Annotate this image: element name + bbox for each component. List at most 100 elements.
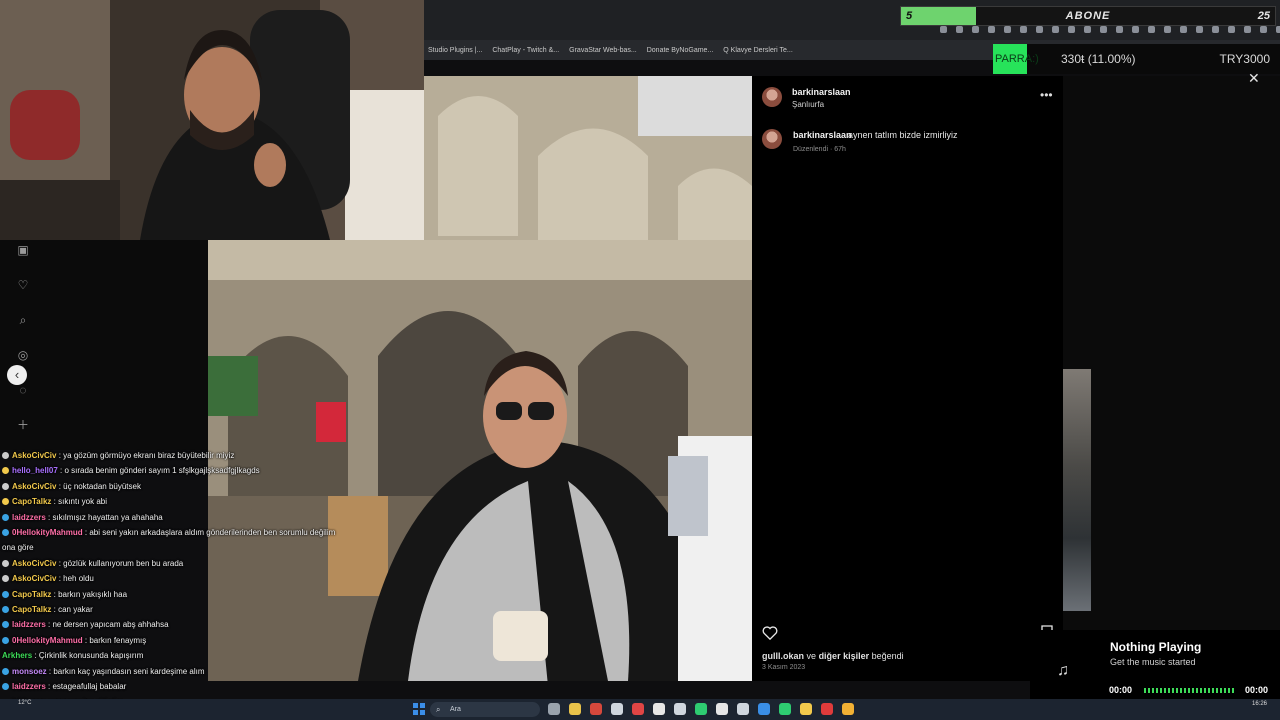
previous-post-button[interactable]: ‹ [7,365,27,385]
bookmark-item[interactable]: GravaStar Web-bas... [569,47,637,54]
donation-ticker-value: 330ŧ (11.00%) [1061,52,1136,66]
folder-icon[interactable] [800,703,812,715]
messages-icon[interactable]: ◌ [16,383,30,397]
chat-badge-icon [2,498,9,506]
extension-icon[interactable] [1036,26,1043,33]
notifications-icon[interactable]: ♡ [16,278,30,292]
heart-icon[interactable] [762,625,778,640]
likes-user[interactable]: gulll.okan [762,651,804,661]
extension-icon[interactable] [972,26,979,33]
extension-icon[interactable] [1068,26,1075,33]
chat-username[interactable]: Arkhers [2,651,32,660]
extension-icon[interactable] [1276,26,1280,33]
settings-icon[interactable] [737,703,749,715]
extension-icon[interactable] [1004,26,1011,33]
app-icon[interactable] [716,703,728,715]
next-post-preview[interactable] [1063,369,1091,611]
caption-author-avatar[interactable] [762,129,782,149]
taskbar-search[interactable]: ⌕ Ara [430,702,540,717]
bookmark-item[interactable]: Studio Plugins |... [428,47,482,54]
chat-username[interactable]: hello_hell07 [12,466,58,475]
chat-username[interactable]: laidzzers [12,513,46,522]
explore-icon[interactable]: ◎ [16,348,30,362]
bookmark-item[interactable]: Donate ByNoGame... [647,47,714,54]
chat-badge-icon [2,621,9,629]
post-location[interactable]: Şanlıurfa [792,100,824,109]
app-icon[interactable] [653,703,665,715]
chat-username[interactable]: AskoCivCiv [12,574,56,583]
extension-icon[interactable] [1100,26,1107,33]
extension-icon[interactable] [1148,26,1155,33]
chat-username[interactable]: CapoTalkz [12,605,51,614]
chat-badge-icon [2,452,9,459]
extension-icon[interactable] [1180,26,1187,33]
post-author-username[interactable]: barkinarslaan [792,87,851,97]
chat-username[interactable]: CapoTalkz [12,590,51,599]
app-icon[interactable] [590,703,602,715]
chat-text: barkın kaç yaşındasın seni kardeşime alı… [53,666,205,676]
chat-username[interactable]: monsoez [12,667,47,676]
bookmark-item[interactable]: Q Klavye Dersleri Te... [723,47,793,54]
chat-badge-icon [2,467,9,475]
left-nav-rail: ▣ ♡ ⌕ ◎ ◌ ＋ [0,240,208,450]
chat-username[interactable]: laidzzers [12,682,46,691]
chat-message: 0HellokityMahmud : abi seni yakın arkada… [0,525,360,540]
close-icon[interactable]: ✕ [1248,70,1260,87]
mail-icon[interactable] [758,703,770,715]
app-icon[interactable] [674,703,686,715]
chat-badge-icon [2,636,9,644]
chat-message: laidzzers : sıkılmışız hayattan ya ahaha… [0,510,360,525]
chat-message: 0HellokityMahmud : barkın fenaymış [0,633,360,648]
chat-username[interactable]: AskoCivCiv [12,559,56,568]
chat-message: hello_hell07 : o sırada benim gönderi sa… [0,463,360,478]
extension-icon[interactable] [1084,26,1091,33]
chat-username[interactable]: AskoCivCiv [12,482,56,491]
chrome-icon[interactable] [842,703,854,715]
system-clock[interactable]: 16:26 [1252,701,1267,707]
app-icon[interactable] [611,703,623,715]
chat-username[interactable]: CapoTalkz [12,497,51,506]
extension-icon[interactable] [1196,26,1203,33]
opera-icon[interactable] [821,703,833,715]
post-side-panel: barkinarslaan Şanlıurfa ••• barkinarslaa… [752,76,1063,681]
extension-icon[interactable] [1228,26,1235,33]
whatsapp-icon[interactable] [779,703,791,715]
search-icon[interactable]: ⌕ [16,313,30,327]
bookmark-item[interactable]: ChatPlay - Twitch &... [492,47,559,54]
screen: Studio Plugins |... ChatPlay - Twitch &.… [0,0,1280,720]
file-explorer-icon[interactable] [569,703,581,715]
spotify-icon[interactable] [695,703,707,715]
create-icon[interactable]: ＋ [16,418,30,432]
extension-icon[interactable] [940,26,947,33]
extension-icon[interactable] [1052,26,1059,33]
more-horizontal-icon[interactable]: ••• [1040,88,1053,102]
post-author-avatar[interactable] [762,87,782,107]
chat-username[interactable]: 0HellokityMahmud [12,528,83,537]
extension-icon[interactable] [1020,26,1027,33]
windows-start-icon[interactable] [413,703,425,715]
extension-icon[interactable] [1244,26,1251,33]
likes-others[interactable]: diğer kişiler [819,651,870,661]
post-date: 3 Kasım 2023 [762,664,806,671]
caption-text: aynen tatlım bizde izmirliyiz [848,130,958,140]
chat-username[interactable]: 0HellokityMahmud [12,636,83,645]
chat-username[interactable]: laidzzers [12,620,46,629]
music-widget: ♫ Nothing Playing Get the music started … [1030,630,1280,702]
extension-icon[interactable] [1116,26,1123,33]
caption-username[interactable]: barkinarslaan [793,130,852,140]
extension-icon[interactable] [988,26,995,33]
extension-icon[interactable] [1212,26,1219,33]
reels-icon[interactable]: ▣ [16,243,30,257]
chat-username[interactable]: AskoCivCiv [12,451,56,460]
chat-text: ya gözüm görmüyo ekranı biraz büyütebili… [63,451,235,460]
app-icon[interactable] [632,703,644,715]
chat-message: Arkhers : Çirkinlik konusunda kapışırım [0,648,360,663]
task-view-icon[interactable] [548,703,560,715]
chat-text: üç noktadan büyütsek [63,481,141,491]
extension-icon[interactable] [956,26,963,33]
extension-icon[interactable] [1132,26,1139,33]
extension-icon[interactable] [1164,26,1171,33]
weather-temperature[interactable]: 12°C [18,700,31,706]
extension-icon[interactable] [1260,26,1267,33]
music-title: Nothing Playing [1110,640,1202,654]
